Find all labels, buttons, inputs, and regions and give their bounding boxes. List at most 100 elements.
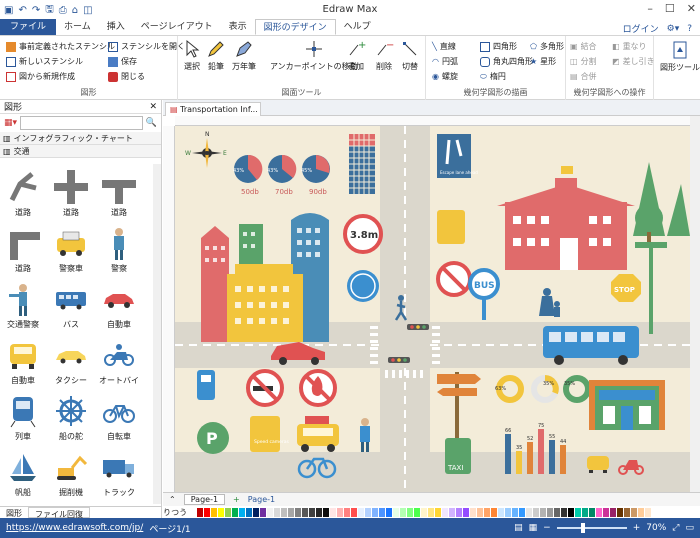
color-swatch[interactable] xyxy=(239,507,246,517)
color-swatch[interactable] xyxy=(330,507,337,517)
color-swatch[interactable] xyxy=(575,507,582,517)
color-swatch[interactable] xyxy=(428,507,435,517)
color-swatch[interactable] xyxy=(435,507,442,517)
color-swatch[interactable] xyxy=(302,507,309,517)
shape-taxi[interactable]: タクシー xyxy=(48,338,94,392)
shape-police[interactable]: 警察 xyxy=(96,226,142,280)
color-swatch[interactable] xyxy=(631,507,638,517)
color-swatch[interactable] xyxy=(519,507,526,517)
color-swatch[interactable] xyxy=(554,507,561,517)
color-swatch[interactable] xyxy=(365,507,372,517)
shape-road-junction[interactable]: 道路 xyxy=(0,170,46,224)
tab-file-recovery[interactable]: ファイル回復 xyxy=(28,507,90,519)
color-swatch[interactable] xyxy=(512,507,519,517)
ellipse-button[interactable]: ⬭ 楕円 xyxy=(480,71,506,82)
color-swatch[interactable] xyxy=(295,507,302,517)
fit-page-icon[interactable]: ⤢ xyxy=(672,523,679,533)
open-stencil-button[interactable]: ステンシルを開く xyxy=(108,41,185,52)
color-swatch[interactable] xyxy=(449,507,456,517)
zoom-in-icon[interactable]: + xyxy=(633,523,641,533)
shape-bicycle[interactable]: 自転車 xyxy=(96,394,142,448)
shape-train[interactable]: 列車 xyxy=(0,394,46,448)
color-swatch[interactable] xyxy=(421,507,428,517)
library-menu-icon[interactable]: ▦▾ xyxy=(4,118,17,128)
select-tool-button[interactable]: 選択 xyxy=(182,39,202,72)
color-swatch[interactable] xyxy=(568,507,575,517)
current-page-tab[interactable]: Page-1 xyxy=(248,495,275,504)
view-grid-icon[interactable]: ▦ xyxy=(529,523,538,533)
color-swatch[interactable] xyxy=(288,507,295,517)
tab-close-icon[interactable]: ✕ xyxy=(260,105,261,114)
shape-road-t[interactable]: 道路 xyxy=(96,170,142,224)
color-swatch[interactable] xyxy=(400,507,407,517)
color-swatch[interactable] xyxy=(260,507,267,517)
color-swatch[interactable] xyxy=(386,507,393,517)
page-nav-icon[interactable]: ⌃ xyxy=(169,495,176,504)
rounded-rect-button[interactable]: 角丸四角形 xyxy=(480,56,533,67)
help-icon[interactable]: ? xyxy=(687,24,692,34)
color-swatch[interactable] xyxy=(596,507,603,517)
new-stencil-button[interactable]: 新しいステンシル xyxy=(6,56,83,67)
color-swatch[interactable] xyxy=(498,507,505,517)
color-swatch[interactable] xyxy=(617,507,624,517)
settings-gear-icon[interactable]: ⚙▾ xyxy=(667,24,680,34)
toggle-point-button[interactable]: 切替 xyxy=(400,39,420,72)
menu-file[interactable]: ファイル xyxy=(0,19,57,35)
color-swatch[interactable] xyxy=(379,507,386,517)
pencil-tool-button[interactable]: 鉛筆 xyxy=(206,39,226,72)
color-swatch[interactable] xyxy=(225,507,232,517)
shape-motorbike[interactable]: オートバイ xyxy=(96,338,142,392)
color-swatch[interactable] xyxy=(505,507,512,517)
shape-police-car[interactable]: 警察車 xyxy=(48,226,94,280)
save-icon[interactable]: 🖫 xyxy=(45,2,54,19)
add-point-button[interactable]: + 追加 xyxy=(346,39,366,72)
color-swatch[interactable] xyxy=(456,507,463,517)
color-swatch[interactable] xyxy=(337,507,344,517)
color-swatch[interactable] xyxy=(323,507,330,517)
shape-traffic-police[interactable]: 交通警察 xyxy=(0,282,46,336)
drawing-canvas[interactable]: N W E 43% 43% 45% 50db 70db 90db 3.8m P … xyxy=(175,126,690,492)
color-swatch[interactable] xyxy=(281,507,288,517)
zoom-out-icon[interactable]: − xyxy=(543,523,551,533)
shape-truck[interactable]: トラック xyxy=(96,450,142,504)
shape-road-cross[interactable]: 道路 xyxy=(48,170,94,224)
zoom-slider[interactable] xyxy=(556,523,627,533)
color-swatch[interactable] xyxy=(316,507,323,517)
library-search-input[interactable] xyxy=(20,116,143,130)
search-icon[interactable]: 🔍 xyxy=(146,118,157,128)
color-swatch[interactable] xyxy=(589,507,596,517)
color-swatch[interactable] xyxy=(624,507,631,517)
color-swatch[interactable] xyxy=(484,507,491,517)
close-stencil-button[interactable]: 閉じる xyxy=(108,71,145,82)
color-swatch[interactable] xyxy=(414,507,421,517)
color-swatch[interactable] xyxy=(393,507,400,517)
app-menu-icon[interactable]: ▣ xyxy=(4,5,13,16)
color-swatch[interactable] xyxy=(190,507,197,517)
color-swatch[interactable] xyxy=(526,507,533,517)
rectangle-button[interactable]: 四角形 xyxy=(480,41,517,52)
menu-page-layout[interactable]: ページレイアウト xyxy=(133,19,221,35)
color-swatch[interactable] xyxy=(547,507,554,517)
color-swatch[interactable] xyxy=(232,507,239,517)
pen-tool-button[interactable]: 万年筆 xyxy=(232,39,256,72)
color-swatch[interactable] xyxy=(351,507,358,517)
move-anchor-button[interactable]: アンカーポイントの移動 xyxy=(270,39,358,72)
menu-insert[interactable]: 挿入 xyxy=(99,19,133,35)
color-swatch[interactable] xyxy=(197,507,204,517)
category-transportation[interactable]: ▥ 交通 xyxy=(0,145,161,158)
print-icon[interactable]: ⎙ xyxy=(59,5,67,16)
minimize-icon[interactable]: – xyxy=(647,2,653,15)
page-select[interactable]: Page-1 xyxy=(183,494,226,505)
color-swatch[interactable] xyxy=(645,507,652,517)
shape-sailboat[interactable]: 帆船 xyxy=(0,450,46,504)
color-swatch[interactable] xyxy=(442,507,449,517)
color-swatch[interactable] xyxy=(267,507,274,517)
shape-tools-button[interactable]: 図形ツール xyxy=(660,40,700,73)
add-page-icon[interactable]: + xyxy=(233,495,240,504)
line-button[interactable]: ╲ 直線 xyxy=(432,41,456,52)
arc-button[interactable]: ◠ 円弧 xyxy=(432,56,458,67)
document-tab[interactable]: ▤ Transportation Inf... ✕ xyxy=(165,102,261,116)
color-swatch[interactable] xyxy=(533,507,540,517)
color-swatch[interactable] xyxy=(211,507,218,517)
color-swatch[interactable] xyxy=(470,507,477,517)
